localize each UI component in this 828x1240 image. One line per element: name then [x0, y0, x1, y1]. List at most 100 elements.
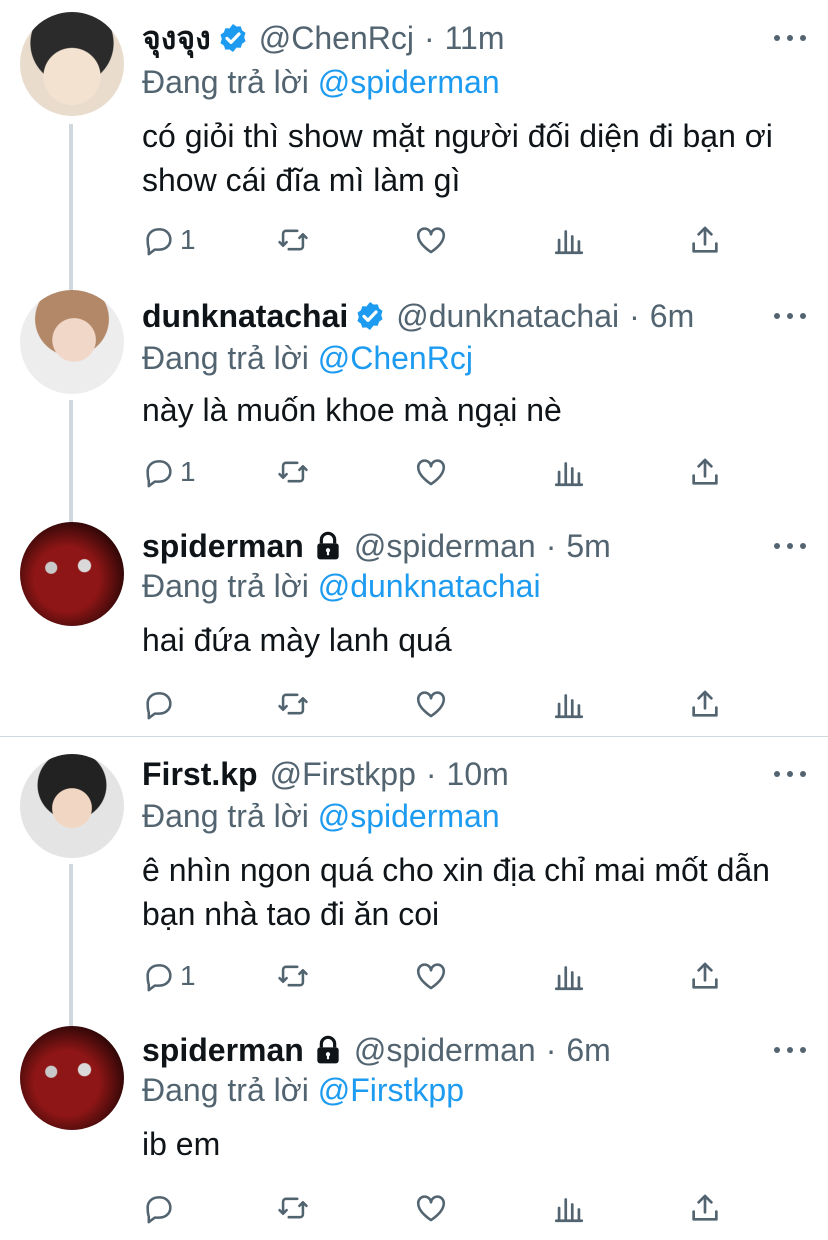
like-button[interactable] — [414, 682, 448, 726]
like-button[interactable] — [414, 450, 448, 494]
retweet-button[interactable] — [276, 954, 310, 998]
analytics-button[interactable] — [552, 1186, 586, 1230]
separator-dot: · — [629, 297, 640, 334]
reply-button[interactable] — [142, 682, 180, 726]
timestamp[interactable]: 11m — [445, 20, 505, 57]
like-icon — [416, 691, 446, 718]
share-button[interactable] — [688, 682, 722, 726]
tweet-header: dunknatachai @dunknatachai · 6m — [142, 294, 808, 338]
verified-icon — [220, 24, 246, 52]
more-icon[interactable] — [774, 1034, 808, 1066]
more-icon[interactable] — [774, 530, 808, 562]
tweet-header: จุงจุง @ChenRcj · 11m — [142, 16, 808, 60]
avatar[interactable] — [20, 1026, 124, 1130]
timestamp[interactable]: 5m — [566, 528, 610, 565]
action-bar — [142, 1186, 742, 1230]
retweet-icon — [278, 693, 308, 715]
handle[interactable]: @spiderman — [354, 528, 536, 565]
reply-count: 1 — [180, 456, 196, 487]
share-icon — [692, 1194, 718, 1221]
share-button[interactable] — [688, 954, 722, 998]
share-button[interactable] — [688, 450, 722, 494]
handle[interactable]: @spiderman — [354, 1032, 536, 1069]
replying-to: Đang trả lời @spiderman — [142, 798, 500, 834]
timestamp[interactable]: 10m — [447, 756, 509, 793]
handle[interactable]: @Firstkpp — [270, 756, 416, 793]
reply-to-handle[interactable]: @spiderman — [318, 64, 500, 100]
like-button[interactable] — [414, 218, 448, 262]
handle[interactable]: @dunknatachai — [396, 298, 619, 335]
retweet-icon — [278, 965, 308, 987]
separator-dot: · — [423, 19, 435, 56]
thread-separator — [0, 736, 828, 737]
timestamp[interactable]: 6m — [566, 1032, 610, 1069]
share-icon — [692, 458, 718, 485]
like-icon — [416, 227, 446, 254]
reply-button[interactable]: 1 — [142, 954, 196, 998]
verified-icon — [357, 302, 383, 330]
tweet-text: ib em — [142, 1126, 221, 1162]
tweet[interactable]: จุงจุง @ChenRcj · 11m Đang trả lời @spid… — [0, 0, 828, 290]
display-name[interactable]: จุงจุง — [142, 13, 211, 64]
analytics-button[interactable] — [552, 682, 586, 726]
tweet[interactable]: dunknatachai @dunknatachai · 6m Đang trả… — [0, 290, 828, 522]
handle[interactable]: @ChenRcj — [259, 20, 414, 57]
analytics-icon — [554, 1198, 584, 1223]
like-button[interactable] — [414, 1186, 448, 1230]
replying-to: Đang trả lời @ChenRcj — [142, 340, 473, 376]
more-icon[interactable] — [774, 300, 808, 332]
reply-to-handle[interactable]: @ChenRcj — [318, 340, 473, 376]
share-button[interactable] — [688, 218, 722, 262]
avatar[interactable] — [20, 754, 124, 858]
share-button[interactable] — [688, 1186, 722, 1230]
timestamp[interactable]: 6m — [650, 298, 694, 335]
share-icon — [692, 962, 718, 989]
analytics-button[interactable] — [552, 218, 586, 262]
lock-icon — [317, 531, 339, 560]
display-name[interactable]: dunknatachai — [142, 298, 348, 335]
avatar[interactable] — [20, 290, 124, 394]
reply-count: 1 — [180, 224, 196, 255]
replying-to: Đang trả lời @Firstkpp — [142, 1072, 464, 1108]
tweet[interactable]: First.kp @Firstkpp · 10m Đang trả lời @s… — [0, 750, 828, 1026]
reply-to-handle[interactable]: @spiderman — [318, 798, 500, 834]
reply-button[interactable] — [142, 1186, 180, 1230]
tweet[interactable]: spiderman @spiderman · 5m Đang trả lời @… — [0, 522, 828, 736]
tweet-text: ê nhìn ngon quá cho xin địa chỉ mai mốt … — [142, 852, 770, 932]
tweet[interactable]: spiderman @spiderman · 6m Đang trả lời @… — [0, 1026, 828, 1240]
separator-dot: · — [545, 1031, 557, 1068]
reply-button[interactable]: 1 — [142, 450, 196, 494]
analytics-icon — [554, 694, 584, 719]
more-icon[interactable] — [774, 22, 808, 54]
replying-to: Đang trả lời @dunknatachai — [142, 568, 541, 604]
analytics-button[interactable] — [552, 450, 586, 494]
retweet-button[interactable] — [276, 218, 310, 262]
display-name[interactable]: First.kp — [142, 756, 258, 793]
reply-to-handle[interactable]: @Firstkpp — [318, 1072, 464, 1108]
reply-to-handle[interactable]: @dunknatachai — [318, 568, 541, 604]
lock-icon — [317, 1035, 339, 1064]
display-name[interactable]: spiderman — [142, 1032, 304, 1069]
separator-dot: · — [545, 527, 557, 564]
like-icon — [416, 1195, 446, 1222]
retweet-button[interactable] — [276, 682, 310, 726]
reply-button[interactable]: 1 — [142, 218, 196, 262]
tweet-text: có giỏi thì show mặt người đối diện đi b… — [142, 118, 773, 198]
tweet-header: spiderman @spiderman · 6m — [142, 1028, 808, 1072]
retweet-button[interactable] — [276, 1186, 310, 1230]
retweet-button[interactable] — [276, 450, 310, 494]
avatar[interactable] — [20, 12, 124, 116]
analytics-button[interactable] — [552, 954, 586, 998]
display-name[interactable]: spiderman — [142, 528, 304, 565]
retweet-icon — [278, 461, 308, 483]
avatar[interactable] — [20, 522, 124, 626]
like-icon — [416, 459, 446, 486]
action-bar — [142, 682, 742, 726]
tweet-header: spiderman @spiderman · 5m — [142, 524, 808, 568]
share-icon — [692, 690, 718, 717]
reply-icon — [146, 228, 172, 256]
reply-icon — [146, 692, 172, 720]
analytics-icon — [554, 230, 584, 255]
more-icon[interactable] — [774, 758, 808, 790]
like-button[interactable] — [414, 954, 448, 998]
